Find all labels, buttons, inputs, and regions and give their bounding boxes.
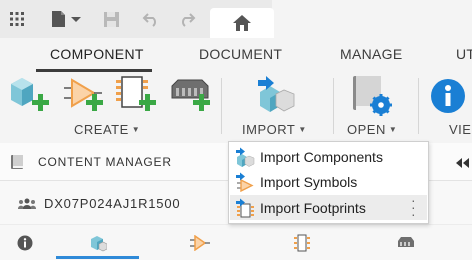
tab-strip [272,0,472,38]
import-dropdown-caret: ▼ [298,125,307,134]
create-dropdown-caret: ▼ [131,125,141,134]
tab-3d-package[interactable] [88,233,108,253]
part-name: DX07P024AJ1R1500 [44,196,181,211]
tab-utilities[interactable]: UT [456,46,472,62]
group-separator [221,78,222,134]
info-icon [431,79,465,113]
open-library-button[interactable] [350,74,392,121]
new-package-icon [171,79,210,111]
import-dropdown-menu: Import Components Import Symbols Import … [228,141,429,224]
info-button[interactable] [430,78,466,119]
group-separator [418,78,419,134]
tab-manage[interactable]: MANAGE [340,46,402,62]
quick-access-toolbar [0,0,472,38]
new-symbol-icon [64,78,103,111]
home-tab[interactable] [210,8,274,38]
import-symbols-label: Import Symbols [260,174,358,190]
active-tab-indicator [36,69,152,72]
tab-document[interactable]: DOCUMENT [199,46,282,62]
tab-footprint[interactable] [292,233,312,253]
import-button[interactable] [256,74,296,119]
ribbon: COMPONENT DOCUMENT MANAGE UT CREATE ▼ IM… [0,38,472,176]
menu-item-import-components[interactable]: Import Components [230,144,427,169]
menu-item-import-symbols[interactable]: Import Symbols [230,169,427,194]
symbol-icon [190,235,210,251]
home-icon [233,15,251,31]
new-footprint-button[interactable] [114,74,160,119]
tab-package[interactable] [396,233,416,253]
info-circle-icon [17,235,33,251]
app-grid-icon[interactable] [6,8,28,30]
collapse-panel-icon[interactable] [456,158,470,168]
import-icon [258,76,295,112]
create-label: CREATE [74,122,129,137]
import-components-icon [236,147,255,167]
menu-item-import-footprints[interactable]: Import Footprints · · · [230,193,427,221]
import-symbols-icon [236,172,254,192]
book-icon [11,155,23,169]
redo-icon[interactable] [176,8,198,30]
users-icon [18,198,36,209]
import-footprints-icon [236,198,254,218]
more-options-icon[interactable]: · · · [411,193,416,221]
import-label: IMPORT [242,122,296,137]
new-component-button[interactable] [8,74,52,119]
detail-tabs [0,225,472,260]
open-label: OPEN [347,122,386,137]
tab-component[interactable]: COMPONENT [50,46,144,62]
create-group-label[interactable]: CREATE ▼ [74,122,140,137]
file-menu-button[interactable] [48,8,84,30]
undo-icon[interactable] [140,8,162,30]
new-footprint-icon [116,76,156,111]
view-group-label[interactable]: VIE [449,122,471,137]
open-dropdown-caret: ▼ [388,125,398,134]
package-icon [398,237,414,247]
footprint-icon [294,234,310,252]
new-package-button[interactable] [168,74,214,119]
package-3d-icon [91,236,107,252]
group-separator [333,78,334,134]
tab-info[interactable] [15,233,35,253]
active-detail-tab-indicator [56,256,139,259]
library-settings-icon [353,76,392,116]
new-component-icon [11,78,49,111]
new-symbol-button[interactable] [62,74,106,119]
import-components-label: Import Components [260,149,383,165]
import-group-label[interactable]: IMPORT ▼ [242,122,307,137]
tab-symbol[interactable] [190,233,210,253]
import-footprints-label: Import Footprints [260,200,366,216]
content-manager-title: CONTENT MANAGER [38,155,172,169]
save-icon[interactable] [100,8,122,30]
open-group-label[interactable]: OPEN ▼ [347,122,397,137]
